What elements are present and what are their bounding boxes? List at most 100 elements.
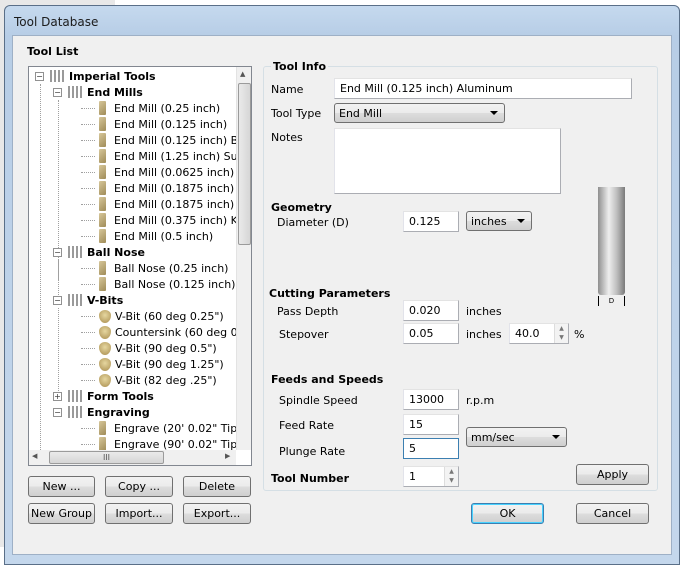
end-mill-icon	[99, 437, 106, 451]
tree-tool-item[interactable]: V-Bit (90 deg 1.25")	[81, 356, 224, 372]
end-mill-icon	[99, 261, 106, 275]
spinner-arrows-icon[interactable]: ▲ ▼	[554, 324, 568, 343]
tree-item-label: End Mill (0.25 inch)	[114, 101, 221, 115]
tool-group-icon	[68, 246, 82, 258]
tree-tool-item[interactable]: Ball Nose (0.25 inch)	[81, 260, 228, 276]
name-input[interactable]: End Mill (0.125 inch) Aluminum	[334, 78, 632, 99]
tree-item-label: Form Tools	[87, 389, 154, 403]
tree-tool-item[interactable]: V-Bit (60 deg 0.25")	[81, 308, 224, 324]
rate-units-select[interactable]: mm/sec	[466, 427, 567, 447]
tree-vertical-scrollbar[interactable]: ▲	[236, 67, 251, 450]
tree-item-label: V-Bit (82 deg .25")	[115, 373, 217, 387]
tree-connector	[81, 267, 95, 269]
feed-rate-input[interactable]: 15	[403, 414, 459, 435]
tree-item-label: End Mill (0.375 inch) Keyho	[114, 213, 252, 227]
tool-group-icon	[50, 70, 64, 82]
tree-item-label: Engrave (20' 0.02" Tip Dia	[114, 421, 252, 435]
scroll-up-icon[interactable]: ▲	[240, 70, 245, 78]
tool-number-spinner[interactable]: 1 ▲ ▼	[403, 466, 459, 487]
collapse-icon[interactable]: −	[53, 295, 62, 305]
end-mill-icon	[99, 421, 106, 435]
plunge-rate-input[interactable]: 5	[403, 438, 459, 459]
end-mill-icon	[99, 149, 106, 163]
tree-tool-item[interactable]: End Mill (0.1875 inch)	[81, 180, 234, 196]
tree-tool-item[interactable]: End Mill (0.375 inch) Keyho	[81, 212, 252, 228]
spindle-speed-input[interactable]: 13000	[403, 389, 459, 410]
vbit-icon	[99, 357, 111, 371]
notes-textarea[interactable]	[334, 128, 561, 194]
stepover-unit: inches	[466, 328, 502, 341]
ok-button[interactable]: OK	[471, 503, 544, 524]
stepover-percent-value: 40.0	[515, 327, 540, 340]
tree-connector	[81, 315, 95, 317]
new-group-button[interactable]: New Group	[28, 503, 95, 524]
tree-item-label: Engraving	[87, 405, 150, 419]
new-tool-button[interactable]: New ...	[28, 476, 95, 497]
geometry-label: Geometry	[271, 201, 332, 214]
tree-tool-item[interactable]: Ball Nose (0.125 inch)	[81, 276, 235, 292]
expand-icon[interactable]: +	[53, 391, 62, 401]
tree-connector	[81, 331, 95, 333]
end-mill-tool-image	[598, 187, 625, 295]
collapse-icon[interactable]: −	[35, 71, 44, 81]
tree-tool-item[interactable]: End Mill (1.25 inch) Surfaci	[81, 148, 251, 164]
tree-item-label: Engrave (90' 0.02" Tip Dia	[114, 437, 252, 451]
horizontal-scroll-thumb[interactable]: III	[49, 451, 164, 464]
diameter-dimension: D	[598, 296, 625, 306]
tree-tool-item[interactable]: Engrave (20' 0.02" Tip Dia	[81, 420, 252, 436]
tree-tool-item[interactable]: End Mill (0.0625 inch)	[81, 164, 234, 180]
tree-group-node[interactable]: − Imperial Tools	[35, 68, 156, 84]
tree-tool-item[interactable]: Countersink (60 deg 0.315	[81, 324, 251, 340]
tool-number-value: 1	[409, 470, 416, 483]
cutting-parameters-label: Cutting Parameters	[269, 287, 391, 300]
tree-tool-item[interactable]: End Mill (0.125 inch)	[81, 116, 227, 132]
delete-tool-button[interactable]: Delete	[183, 476, 251, 497]
tree-horizontal-scrollbar[interactable]: ◀ III ▶	[29, 450, 236, 465]
chevron-down-icon	[517, 219, 525, 223]
copy-tool-button[interactable]: Copy ...	[105, 476, 173, 497]
pass-depth-input[interactable]: 0.020	[403, 300, 459, 321]
tool-type-select[interactable]: End Mill	[334, 103, 505, 123]
tree-tool-item[interactable]: End Mill (0.125 inch) Blue F	[81, 132, 251, 148]
tree-tool-item[interactable]: V-Bit (90 deg 0.5")	[81, 340, 217, 356]
tree-tool-item[interactable]: End Mill (0.5 inch)	[81, 228, 213, 244]
tree-guide-line	[58, 308, 59, 393]
tree-tool-item[interactable]: End Mill (0.25 inch)	[81, 100, 220, 116]
tree-item-label: Imperial Tools	[69, 69, 156, 83]
collapse-icon[interactable]: −	[53, 87, 62, 97]
export-button[interactable]: Export...	[183, 503, 251, 524]
tree-group-node[interactable]: + Form Tools	[53, 388, 154, 404]
collapse-icon[interactable]: −	[53, 247, 62, 257]
stepover-percent-spinner[interactable]: 40.0 ▲ ▼	[509, 323, 569, 344]
tree-connector	[81, 363, 95, 365]
tree-connector	[81, 219, 95, 221]
tree-connector	[81, 139, 95, 141]
cancel-button[interactable]: Cancel	[576, 503, 649, 524]
spinner-arrows-icon[interactable]: ▲ ▼	[444, 467, 458, 486]
vertical-scroll-thumb[interactable]	[238, 83, 251, 245]
tree-connector	[81, 379, 95, 381]
tree-item-label: V-Bit (90 deg 0.5")	[115, 341, 217, 355]
tree-group-node[interactable]: − End Mills	[53, 84, 143, 100]
tool-group-icon	[68, 86, 82, 98]
import-button[interactable]: Import...	[105, 503, 173, 524]
tree-item-label: Ball Nose (0.25 inch)	[114, 261, 229, 275]
tool-tree[interactable]: − Imperial Tools − End Mills End Mill (0.25 …	[28, 66, 252, 466]
collapse-icon[interactable]: −	[53, 407, 62, 417]
stepover-input[interactable]: 0.05	[403, 323, 459, 344]
percent-sign: %	[574, 328, 585, 341]
chevron-down-icon	[490, 111, 498, 115]
tree-group-node[interactable]: − Ball Nose	[53, 244, 145, 260]
scroll-right-icon[interactable]: ▶	[225, 452, 230, 460]
tree-item-label: End Mill (0.125 inch)	[114, 117, 228, 131]
scroll-left-icon[interactable]: ◀	[32, 452, 37, 460]
tool-group-icon	[68, 390, 82, 402]
tree-group-node[interactable]: − V-Bits	[53, 292, 123, 308]
tool-info-label: Tool Info	[271, 60, 329, 73]
units-select[interactable]: inches	[466, 211, 532, 231]
apply-button[interactable]: Apply	[576, 464, 649, 485]
tree-group-node[interactable]: − Engraving	[53, 404, 150, 420]
tree-tool-item[interactable]: V-Bit (82 deg .25")	[81, 372, 217, 388]
diameter-input[interactable]: 0.125	[403, 211, 459, 232]
tree-tool-item[interactable]: End Mill (0.1875 inch)	[81, 196, 234, 212]
